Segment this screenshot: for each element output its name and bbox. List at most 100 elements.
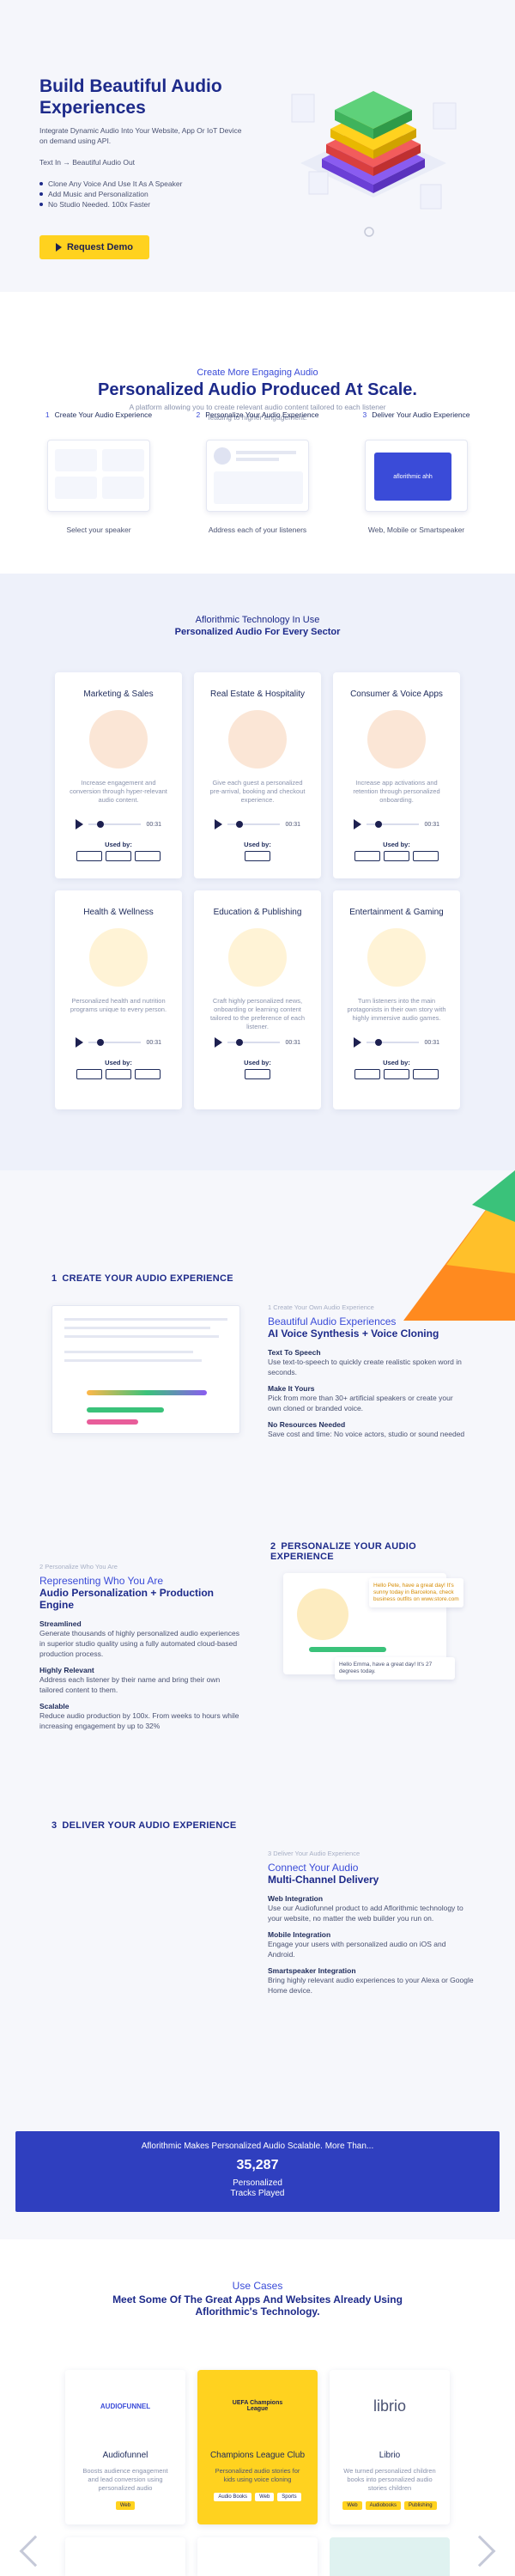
card-description: Give each guest a personalized pre-arriv… bbox=[209, 779, 306, 804]
marketing-illustration-icon bbox=[89, 710, 148, 769]
use-case-name: Librio bbox=[379, 2451, 401, 2460]
deliver-title: Connect Your Audio Multi-Channel Delivery bbox=[268, 1862, 379, 1886]
tag: Audio Books bbox=[214, 2493, 252, 2501]
deliver-eyebrow: 3 Deliver Your Audio Experience bbox=[268, 1850, 360, 1857]
use-case-card[interactable]: UEFA Champions League Champions League C… bbox=[197, 2370, 318, 2524]
card-title: Health & Wellness bbox=[83, 908, 154, 917]
message-bubble-2: Hello Emma, have a great day! It's 27 de… bbox=[335, 1657, 455, 1680]
speaker-selection-mockup bbox=[47, 440, 150, 512]
use-case-card-peek[interactable] bbox=[65, 2537, 185, 2576]
use-case-card[interactable]: AUDIOFUNNEL Audiofunnel Boosts audience … bbox=[65, 2370, 185, 2524]
card-title: Consumer & Voice Apps bbox=[350, 690, 443, 699]
delivery-mockup: aflorithmic ahh bbox=[365, 440, 468, 512]
use-case-card[interactable]: librio Librio We turned personalized chi… bbox=[330, 2370, 450, 2524]
step-title: Personalize Your Audio Experience bbox=[205, 410, 319, 419]
play-icon[interactable] bbox=[76, 1037, 83, 1048]
tag: Publishing bbox=[403, 2501, 437, 2510]
personalize-eyebrow: 2 Personalize Who You Are bbox=[39, 1563, 118, 1571]
tag: Audiobooks bbox=[365, 2501, 401, 2510]
tag: Sports bbox=[277, 2493, 301, 2501]
client-logos bbox=[342, 1069, 451, 1079]
step-caption: Address each of your listeners bbox=[208, 526, 307, 534]
deliver-heading: 3 DELIVER YOUR AUDIO EXPERIENCE bbox=[52, 1820, 237, 1831]
used-by-label: Used by: bbox=[383, 1059, 410, 1066]
personalize-mockup bbox=[206, 440, 309, 512]
hero-bullet: Clone Any Voice And Use It As A Speaker bbox=[39, 179, 263, 189]
step-3: 3 Deliver Your Audio Experience bbox=[362, 410, 470, 419]
card-description: Personalized health and nutrition progra… bbox=[70, 997, 167, 1013]
stats-headline: Aflorithmic Makes Personalized Audio Sca… bbox=[141, 2142, 374, 2151]
step-caption: Web, Mobile or Smartspeaker bbox=[367, 526, 465, 534]
client-logos bbox=[203, 851, 312, 861]
hero-stack-illustration bbox=[291, 91, 457, 237]
hospitality-illustration-icon bbox=[228, 710, 287, 769]
deliver-feature-list: Web Integration Use our Audiofunnel produ… bbox=[268, 1894, 474, 1995]
champions-league-logo: UEFA Champions League bbox=[232, 2400, 283, 2412]
personalize-heading: 2 PERSONALIZE YOUR AUDIO EXPERIENCE bbox=[270, 1541, 416, 1562]
sector-card: Real Estate & Hospitality Give each gues… bbox=[194, 672, 321, 878]
audiofunnel-logo: AUDIOFUNNEL bbox=[100, 2402, 151, 2410]
personalize-title: Representing Who You Are Audio Personaliz… bbox=[39, 1575, 215, 1611]
create-title: Beautiful Audio Experiences AI Voice Synt… bbox=[268, 1315, 439, 1340]
card-title: Entertainment & Gaming bbox=[349, 908, 444, 917]
request-demo-button[interactable]: Request Demo bbox=[39, 235, 149, 259]
step-2: 2 Personalize Your Audio Experience bbox=[196, 410, 319, 419]
card-title: Marketing & Sales bbox=[83, 690, 154, 699]
voice-apps-illustration-icon bbox=[367, 710, 426, 769]
sector-card: Health & Wellness Personalized health an… bbox=[55, 890, 182, 1109]
decorative-triangle-graphic bbox=[403, 1170, 515, 1321]
client-logos bbox=[64, 1069, 173, 1079]
used-by-label: Used by: bbox=[244, 841, 271, 848]
play-icon[interactable] bbox=[354, 1037, 361, 1048]
card-description: Turn listeners into the main protagonist… bbox=[347, 997, 446, 1022]
script-editor-mockup bbox=[52, 1305, 240, 1434]
step-title: Deliver Your Audio Experience bbox=[372, 410, 470, 419]
sector-card: Entertainment & Gaming Turn listeners in… bbox=[333, 890, 460, 1109]
hero-bullet: Add Music and Personalization bbox=[39, 189, 263, 199]
card-title: Real Estate & Hospitality bbox=[209, 690, 306, 699]
create-eyebrow: 1 Create Your Own Audio Experience bbox=[268, 1303, 374, 1311]
client-logos bbox=[203, 1069, 312, 1079]
card-description: Increase engagement and conversion throu… bbox=[70, 779, 167, 804]
used-by-label: Used by: bbox=[105, 1059, 132, 1066]
play-icon bbox=[55, 243, 62, 252]
carousel-next-icon[interactable] bbox=[464, 2535, 496, 2567]
sectors-eyebrow: Aflorithmic Technology In Use bbox=[195, 615, 320, 625]
wellness-illustration-icon bbox=[89, 928, 148, 987]
use-cases-eyebrow: Use Cases bbox=[232, 2280, 283, 2292]
step-1: 1 Create Your Audio Experience bbox=[45, 410, 153, 419]
use-case-card-peek[interactable] bbox=[197, 2537, 318, 2576]
audio-player[interactable]: 00:31 bbox=[215, 818, 300, 830]
education-illustration-icon bbox=[228, 928, 287, 987]
stats-value: 35,287 bbox=[236, 2158, 279, 2172]
play-icon[interactable] bbox=[215, 819, 222, 829]
stats-label: Personalized Tracks Played bbox=[230, 2178, 285, 2198]
gaming-illustration-icon bbox=[367, 928, 426, 987]
use-case-name: Champions League Club bbox=[209, 2451, 306, 2460]
hero-flow-text: Text In → Beautiful Audio Out bbox=[39, 158, 136, 167]
create-heading: 1 CREATE YOUR AUDIO EXPERIENCE bbox=[52, 1273, 233, 1284]
tag: Web bbox=[342, 2501, 362, 2510]
hero-bullet-list: Clone Any Voice And Use It As A Speaker … bbox=[39, 179, 263, 210]
carousel-prev-icon[interactable] bbox=[19, 2535, 52, 2567]
play-icon[interactable] bbox=[215, 1037, 222, 1048]
audio-player[interactable]: 00:31 bbox=[354, 818, 439, 830]
engaging-title: Personalized Audio Produced At Scale. bbox=[98, 380, 417, 399]
play-icon[interactable] bbox=[354, 819, 361, 829]
client-logos bbox=[342, 851, 451, 861]
play-icon[interactable] bbox=[76, 819, 83, 829]
used-by-label: Used by: bbox=[244, 1059, 271, 1066]
librio-logo: librio bbox=[373, 2397, 406, 2415]
used-by-label: Used by: bbox=[383, 841, 410, 848]
step-caption: Select your speaker bbox=[66, 526, 131, 534]
use-case-card-peek[interactable] bbox=[330, 2537, 450, 2576]
audio-player[interactable]: 00:31 bbox=[354, 1036, 439, 1048]
audio-player[interactable]: 00:31 bbox=[76, 818, 161, 830]
sectors-title: Personalized Audio For Every Sector bbox=[174, 627, 341, 637]
hero-subtitle: Integrate Dynamic Audio Into Your Websit… bbox=[39, 126, 242, 145]
use-cases-title: Meet Some Of The Great Apps And Websites… bbox=[112, 2293, 403, 2318]
step-title: Create Your Audio Experience bbox=[54, 410, 153, 419]
audio-player[interactable]: 00:31 bbox=[215, 1036, 300, 1048]
audio-player[interactable]: 00:31 bbox=[76, 1036, 161, 1048]
message-bubble-1: Hello Pete, have a great day! It's sunny… bbox=[369, 1578, 464, 1607]
